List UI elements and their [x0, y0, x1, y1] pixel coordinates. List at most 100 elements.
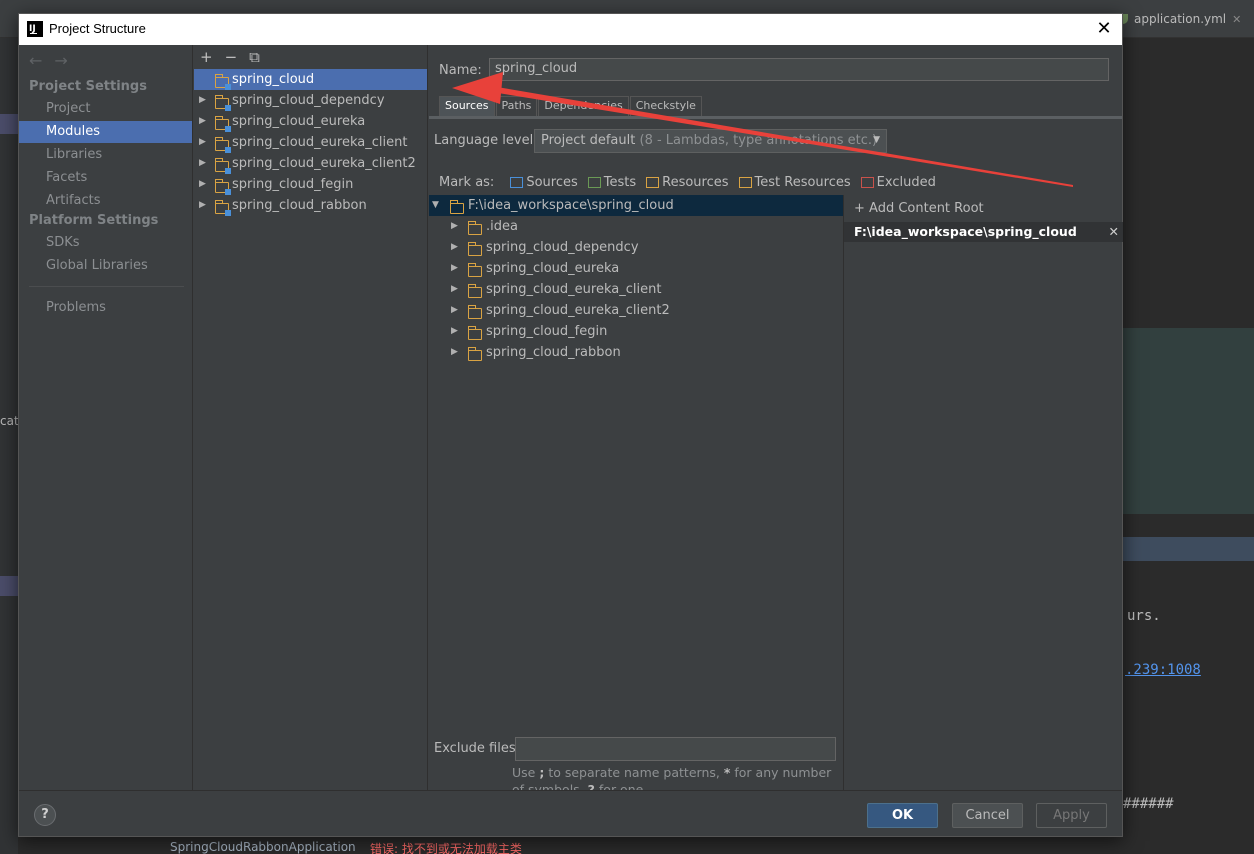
language-level-select[interactable]: Project default (8 - Lambdas, type annot…: [534, 129, 887, 153]
expand-arrow-icon[interactable]: ▶: [199, 111, 206, 132]
tree-row[interactable]: ▶ spring_cloud_rabbon: [429, 342, 843, 363]
module-item-label: spring_cloud_fegin: [232, 177, 354, 192]
run-console: urs. .239:1008 ######: [1123, 588, 1254, 854]
tree-row-label: spring_cloud_fegin: [486, 324, 608, 339]
mark-as-resources-label: Resources: [662, 175, 729, 190]
module-tabs: Sources Paths Dependencies Checkstyle: [439, 96, 703, 116]
mark-as-test-resources[interactable]: Test Resources: [738, 175, 851, 190]
mark-as-tests[interactable]: Tests: [587, 175, 637, 190]
tree-row[interactable]: ▶ spring_cloud_eureka: [429, 258, 843, 279]
exclude-files-input[interactable]: [515, 737, 836, 761]
module-item-label: spring_cloud_eureka_client2: [232, 156, 416, 171]
module-name-input[interactable]: spring_cloud: [489, 58, 1109, 81]
run-bottom-strip: SpringCloudRabbonApplication 错误: 找不到或无法加…: [140, 836, 1254, 854]
language-level-hint: (8 - Lambdas, type annotations etc.): [639, 133, 878, 148]
module-item[interactable]: ▶ spring_cloud_eureka: [194, 111, 427, 132]
tab-sources[interactable]: Sources: [439, 96, 495, 116]
settings-sidebar: ← → Project Settings Project Modules Lib…: [19, 45, 193, 790]
mark-as-tests-label: Tests: [603, 175, 637, 190]
sidebar-item-libraries[interactable]: Libraries: [19, 144, 192, 166]
help-button[interactable]: ?: [34, 804, 56, 826]
mark-as-sources-label: Sources: [526, 175, 578, 190]
sidebar-item-facets[interactable]: Facets: [19, 167, 192, 189]
editor-highlight-region: [1123, 328, 1254, 514]
console-error-line: 错误: 找不到或无法加载主类: [370, 842, 522, 854]
content-roots-panel: + Add Content Root F:\idea_workspace\spr…: [843, 195, 1123, 790]
close-icon[interactable]: ✕: [1092, 17, 1116, 41]
expand-arrow-icon[interactable]: ▶: [451, 216, 458, 237]
content-root-path: F:\idea_workspace\spring_cloud: [854, 224, 1077, 239]
expand-arrow-icon[interactable]: ▶: [451, 237, 458, 258]
expand-arrow-icon[interactable]: ▶: [199, 174, 206, 195]
add-content-root-label: Add Content Root: [869, 201, 984, 216]
sidebar-item-project[interactable]: Project: [19, 98, 192, 120]
ok-button[interactable]: OK: [867, 803, 938, 828]
tree-row-root[interactable]: ▼ F:\idea_workspace\spring_cloud: [429, 195, 843, 216]
hint-symbol: ;: [539, 765, 545, 780]
module-item[interactable]: ▶ spring_cloud_rabbon: [194, 195, 427, 216]
mark-as-label: Mark as:: [439, 175, 495, 190]
section-header-platform-settings: Platform Settings: [29, 213, 159, 228]
add-icon[interactable]: +: [200, 48, 213, 68]
run-panel-header: [1123, 537, 1254, 561]
expand-arrow-icon[interactable]: ▶: [199, 195, 206, 216]
mark-as-sources[interactable]: Sources: [510, 175, 578, 190]
expand-arrow-icon[interactable]: ▶: [451, 321, 458, 342]
module-item[interactable]: spring_cloud: [194, 69, 427, 90]
module-item-label: spring_cloud_dependcy: [232, 93, 385, 108]
remove-root-icon[interactable]: ✕: [1109, 222, 1119, 242]
hint-text: Use: [512, 765, 536, 780]
sidebar-item-artifacts[interactable]: Artifacts: [19, 190, 192, 212]
editor-tab-application-yml[interactable]: application.yml ✕: [1118, 8, 1241, 30]
tab-dependencies[interactable]: Dependencies: [538, 96, 629, 116]
module-toolbar: + − ⧉: [200, 48, 260, 68]
expand-arrow-icon[interactable]: ▶: [451, 300, 458, 321]
tree-row-label: spring_cloud_rabbon: [486, 345, 621, 360]
module-item[interactable]: ▶ spring_cloud_eureka_client: [194, 132, 427, 153]
tree-row[interactable]: ▶ spring_cloud_eureka_client: [429, 279, 843, 300]
sources-folder-icon: [510, 177, 524, 188]
module-item[interactable]: ▶ spring_cloud_eureka_client2: [194, 153, 427, 174]
sidebar-item-global-libraries[interactable]: Global Libraries: [19, 255, 192, 277]
expand-arrow-icon[interactable]: ▶: [451, 258, 458, 279]
excluded-folder-icon: [860, 177, 874, 188]
module-item-label: spring_cloud: [232, 72, 315, 87]
sidebar-item-sdks[interactable]: SDKs: [19, 232, 192, 254]
folder-icon: [467, 347, 482, 368]
mark-as-resources[interactable]: Resources: [646, 175, 729, 190]
tree-row-label: F:\idea_workspace\spring_cloud: [468, 198, 674, 213]
run-config-label[interactable]: SpringCloudRabbonApplication: [170, 840, 356, 854]
cancel-button[interactable]: Cancel: [952, 803, 1023, 828]
apply-button[interactable]: Apply: [1036, 803, 1107, 828]
back-arrow-icon[interactable]: ←: [29, 51, 42, 70]
sidebar-divider: [29, 286, 184, 287]
collapse-arrow-icon[interactable]: ▼: [432, 195, 439, 216]
expand-arrow-icon[interactable]: ▶: [451, 342, 458, 363]
expand-arrow-icon[interactable]: ▶: [199, 153, 206, 174]
sidebar-item-modules[interactable]: Modules: [19, 121, 192, 143]
tree-row[interactable]: ▶ spring_cloud_fegin: [429, 321, 843, 342]
language-level-label: Language level:: [434, 133, 538, 148]
mark-as-excluded[interactable]: Excluded: [860, 175, 936, 190]
tree-row[interactable]: ▶ .idea: [429, 216, 843, 237]
content-root-entry[interactable]: F:\idea_workspace\spring_cloud ✕: [844, 222, 1123, 242]
module-item[interactable]: ▶ spring_cloud_dependcy: [194, 90, 427, 111]
tab-checkstyle[interactable]: Checkstyle: [629, 96, 702, 116]
copy-icon[interactable]: ⧉: [249, 48, 260, 68]
expand-arrow-icon[interactable]: ▶: [451, 279, 458, 300]
add-content-root-button[interactable]: + Add Content Root: [854, 201, 984, 216]
expand-arrow-icon[interactable]: ▶: [199, 132, 206, 153]
tab-paths[interactable]: Paths: [495, 96, 538, 116]
tab-close-icon[interactable]: ✕: [1232, 13, 1241, 26]
left-strip-highlight: [0, 114, 18, 134]
expand-arrow-icon[interactable]: ▶: [199, 90, 206, 111]
tree-row[interactable]: ▶ spring_cloud_dependcy: [429, 237, 843, 258]
console-line: urs.: [1127, 608, 1161, 624]
console-link[interactable]: .239:1008: [1125, 662, 1201, 678]
tree-row[interactable]: ▶ spring_cloud_eureka_client2: [429, 300, 843, 321]
remove-icon[interactable]: −: [225, 48, 238, 68]
module-item[interactable]: ▶ spring_cloud_fegin: [194, 174, 427, 195]
forward-arrow-icon[interactable]: →: [54, 51, 67, 70]
sidebar-item-problems[interactable]: Problems: [19, 297, 192, 319]
nav-arrows: ← →: [29, 51, 68, 70]
